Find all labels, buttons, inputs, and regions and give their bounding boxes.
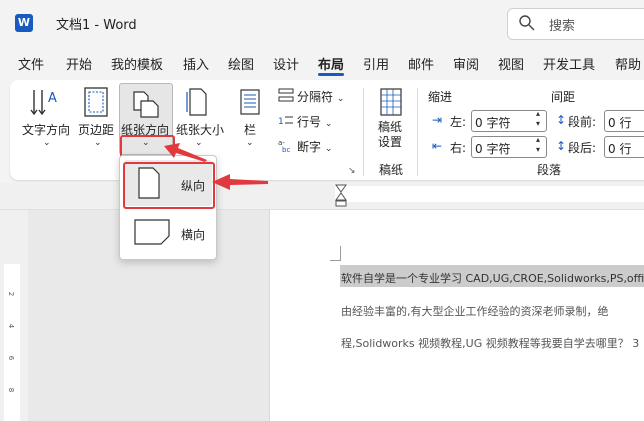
document-line-2[interactable]: 由经验丰富的,有大型企业工作经验的资深老师录制，绝 [341,303,609,319]
word-logo-icon: W [15,14,33,32]
svg-text:bc: bc [282,146,290,152]
tab-mailings[interactable]: 邮件 [408,54,434,73]
spacing-after-icon: ↕ [556,139,567,153]
indent-left-icon: ⇥ [432,113,443,127]
indent-heading: 缩进 [428,90,453,104]
ruler-tick-label: 4 [7,323,16,329]
active-tab-indicator [318,73,344,76]
spacing-heading: 间距 [551,90,576,104]
tab-view[interactable]: 视图 [498,54,524,73]
page-corner-mark [330,246,341,261]
tab-file[interactable]: 文件 [18,54,44,73]
indent-left-value: 0 字符 [475,116,511,130]
vertical-ruler-white-area [4,264,20,421]
spacing-before-value: 0 行 [608,116,632,130]
search-label: 搜索 [549,19,576,34]
tab-draw[interactable]: 绘图 [228,54,254,73]
svg-text:1: 1 [278,117,284,127]
document-title: 文档1 - Word [56,18,137,33]
breaks-icon [278,88,294,102]
tab-review[interactable]: 审阅 [453,54,479,73]
draft-group-label: 稿纸 [379,163,404,177]
portrait-page-icon [138,167,160,199]
spacing-after-value: 0 行 [608,142,632,156]
hyphenation-label: 断字 [297,140,322,154]
margins-icon [84,87,108,117]
spacing-before-input[interactable]: 0 行 [604,110,644,132]
columns-icon [240,89,260,115]
chevron-down-icon[interactable]: ⌄ [94,138,102,148]
spacing-before-icon: ↕ [556,113,567,127]
landscape-page-icon [134,219,170,245]
ruler-white-area [335,186,644,202]
tab-home[interactable]: 开始 [66,54,92,73]
indent-left-label: 左: [450,115,467,129]
text-direction-label[interactable]: 文字方向 [22,121,70,138]
draft-settings-label[interactable]: 稿纸 设置 [378,120,402,150]
ruler-tick-label: 8 [7,387,16,393]
ruler-tick-label: 6 [7,355,16,361]
breaks-label: 分隔符 [297,90,334,104]
breaks-button[interactable]: 分隔符 ⌄ [297,88,344,105]
tab-layout[interactable]: 布局 [318,54,344,73]
tab-help[interactable]: 帮助 [615,54,641,73]
annotation-arrow-icon [212,174,268,190]
ruler-indent-marker-icon[interactable] [333,183,349,209]
hyphenation-icon: a- bc [278,139,290,152]
chevron-down-icon: ⌄ [324,119,333,129]
document-line-3[interactable]: 程,Solidworks 视频教程,UG 视频教程等我要自学去哪里？ 3 [341,335,639,351]
hyphenation-button[interactable]: 断字 ⌄ [297,138,332,155]
landscape-label: 横向 [181,228,206,242]
line-numbers-icon: 1 [278,116,293,127]
document-line-1[interactable]: 软件自学是一个专业学习 CAD,UG,CROE,Solidworks,PS,of… [341,270,644,286]
svg-text:A: A [48,91,57,106]
columns-label[interactable]: 栏 [244,121,256,138]
tab-my-templates[interactable]: 我的模板 [111,54,163,73]
portrait-label: 纵向 [181,179,206,193]
tab-developer[interactable]: 开发工具 [543,54,595,73]
group-separator [363,88,364,176]
line-numbers-button[interactable]: 行号 ⌄ [297,113,332,130]
chevron-down-icon[interactable]: ⌄ [246,138,254,148]
line-numbers-label: 行号 [297,115,322,129]
paragraph-group-label: 段落 [537,163,562,177]
chevron-down-icon: ⌄ [324,144,333,154]
spinner-arrows-icon[interactable]: ▴ ▾ [536,109,540,129]
indent-right-icon: ⇤ [432,139,443,153]
orientation-icon [133,91,159,118]
spacing-before-label: 段前: [568,115,597,129]
paper-size-icon [186,88,207,116]
page-setup-launcher-icon[interactable]: ↘ [348,166,356,176]
ruler-tick-label: 2 [7,291,16,297]
indent-right-value: 0 字符 [475,142,511,156]
search-icon [519,15,535,31]
text-direction-icon: A [30,90,57,116]
annotation-arrow-icon [164,143,207,162]
tab-design[interactable]: 设计 [273,54,299,73]
draft-paper-icon [380,88,402,116]
margins-label[interactable]: 页边距 [78,121,114,138]
chevron-down-icon: ⌄ [336,94,345,104]
chevron-down-icon[interactable]: ⌄ [43,138,51,148]
chevron-down-icon[interactable]: ⌄ [142,138,150,148]
spacing-after-label: 段后: [568,141,597,155]
tab-references[interactable]: 引用 [363,54,389,73]
spacing-after-input[interactable]: 0 行 [604,136,644,158]
tab-insert[interactable]: 插入 [183,54,209,73]
spinner-arrows-icon[interactable]: ▴ ▾ [536,135,540,155]
indent-right-label: 右: [450,141,467,155]
group-separator [417,88,418,176]
paper-size-label[interactable]: 纸张大小 [176,121,224,138]
